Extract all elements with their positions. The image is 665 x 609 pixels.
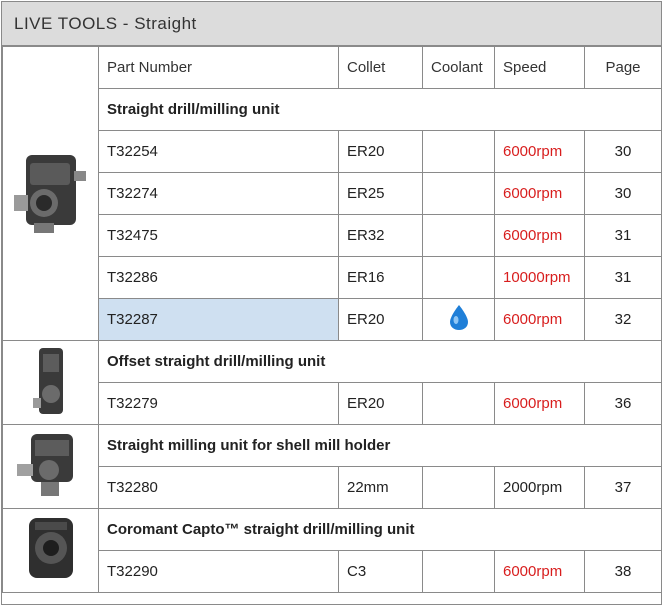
speed-cell: 6000rpm: [494, 382, 585, 425]
coolant-cell: [422, 466, 495, 509]
table-row[interactable]: T32290 C3 6000rpm 38: [3, 550, 662, 593]
page-cell: 30: [584, 172, 662, 215]
coolant-cell: [422, 298, 495, 341]
part-number-cell[interactable]: T32280: [98, 466, 339, 509]
panel-title-bar: LIVE TOOLS - Straight: [2, 2, 661, 46]
collet-cell: ER20: [338, 382, 423, 425]
straight-unit-illustration: [13, 154, 86, 233]
coolant-cell: [422, 130, 495, 173]
speed-cell: 6000rpm: [494, 130, 585, 173]
shell-mill-unit-illustration: [16, 433, 73, 496]
column-header-part-number: Part Number: [98, 46, 339, 89]
tool-image-straight-unit: [2, 46, 99, 341]
speed-cell: 6000rpm: [494, 214, 585, 257]
table-row[interactable]: T32286 ER16 10000rpm 31: [3, 256, 662, 299]
table-row-selected[interactable]: T32287 ER20 6000rpm 32: [3, 298, 662, 341]
speed-cell: 10000rpm: [494, 256, 585, 299]
page-cell: 36: [584, 382, 662, 425]
page-cell: 37: [584, 466, 662, 509]
group-header-row: Offset straight drill/milling unit: [2, 340, 662, 425]
collet-cell: ER20: [338, 298, 423, 341]
coolant-cell: [422, 382, 495, 425]
column-header-collet: Collet: [338, 46, 423, 89]
collet-cell: 22mm: [338, 466, 423, 509]
part-number-cell[interactable]: T32286: [98, 256, 339, 299]
speed-cell: 2000rpm: [494, 466, 585, 509]
part-number-cell-selected[interactable]: T32287: [98, 298, 339, 341]
page-cell: 31: [584, 214, 662, 257]
group-header-row: Coromant Capto™ straight drill/milling u…: [2, 508, 662, 593]
coolant-cell: [422, 214, 495, 257]
group-header-row: Straight drill/milling unit: [3, 88, 662, 131]
tool-image-offset-unit: [2, 340, 99, 425]
coolant-cell: [422, 172, 495, 215]
collet-cell: C3: [338, 550, 423, 593]
tool-image-capto-unit: [2, 508, 99, 593]
coolant-drop-icon: [449, 304, 468, 330]
panel-title: LIVE TOOLS - Straight: [14, 13, 197, 33]
part-number-cell[interactable]: T32290: [98, 550, 339, 593]
group-header-row: Straight milling unit for shell mill hol…: [2, 424, 662, 509]
collet-cell: ER16: [338, 256, 423, 299]
table-header-row: Part Number Collet Coolant Speed Page: [2, 46, 662, 341]
speed-cell: 6000rpm: [494, 298, 585, 341]
part-number-cell[interactable]: T32475: [98, 214, 339, 257]
capto-unit-illustration: [28, 517, 73, 578]
group-label: Coromant Capto™ straight drill/milling u…: [98, 508, 662, 551]
offset-unit-illustration: [32, 347, 63, 414]
page-cell: 38: [584, 550, 662, 593]
column-header-speed: Speed: [494, 46, 585, 89]
live-tools-panel: LIVE TOOLS - Straight Part Number Collet…: [1, 1, 662, 605]
page-cell: 32: [584, 298, 662, 341]
part-number-cell[interactable]: T32274: [98, 172, 339, 215]
column-header-coolant: Coolant: [422, 46, 495, 89]
table-row[interactable]: T32254 ER20 6000rpm 30: [3, 130, 662, 173]
column-header-page: Page: [584, 46, 662, 89]
collet-cell: ER25: [338, 172, 423, 215]
group-label: Straight milling unit for shell mill hol…: [98, 424, 662, 467]
speed-cell: 6000rpm: [494, 172, 585, 215]
tool-image-shell-mill-unit: [2, 424, 99, 509]
table-row[interactable]: T32280 22mm 2000rpm 37: [3, 466, 662, 509]
table-row[interactable]: T32274 ER25 6000rpm 30: [3, 172, 662, 215]
coolant-cell: [422, 550, 495, 593]
collet-cell: ER20: [338, 130, 423, 173]
group-label: Straight drill/milling unit: [98, 88, 662, 131]
group-label: Offset straight drill/milling unit: [98, 340, 662, 383]
table-row[interactable]: T32475 ER32 6000rpm 31: [3, 214, 662, 257]
part-number-cell[interactable]: T32254: [98, 130, 339, 173]
page-cell: 30: [584, 130, 662, 173]
coolant-cell: [422, 256, 495, 299]
part-number-cell[interactable]: T32279: [98, 382, 339, 425]
speed-cell: 6000rpm: [494, 550, 585, 593]
page-cell: 31: [584, 256, 662, 299]
collet-cell: ER32: [338, 214, 423, 257]
tools-table: Part Number Collet Coolant Speed Page St…: [2, 46, 662, 593]
table-row[interactable]: T32279 ER20 6000rpm 36: [3, 382, 662, 425]
